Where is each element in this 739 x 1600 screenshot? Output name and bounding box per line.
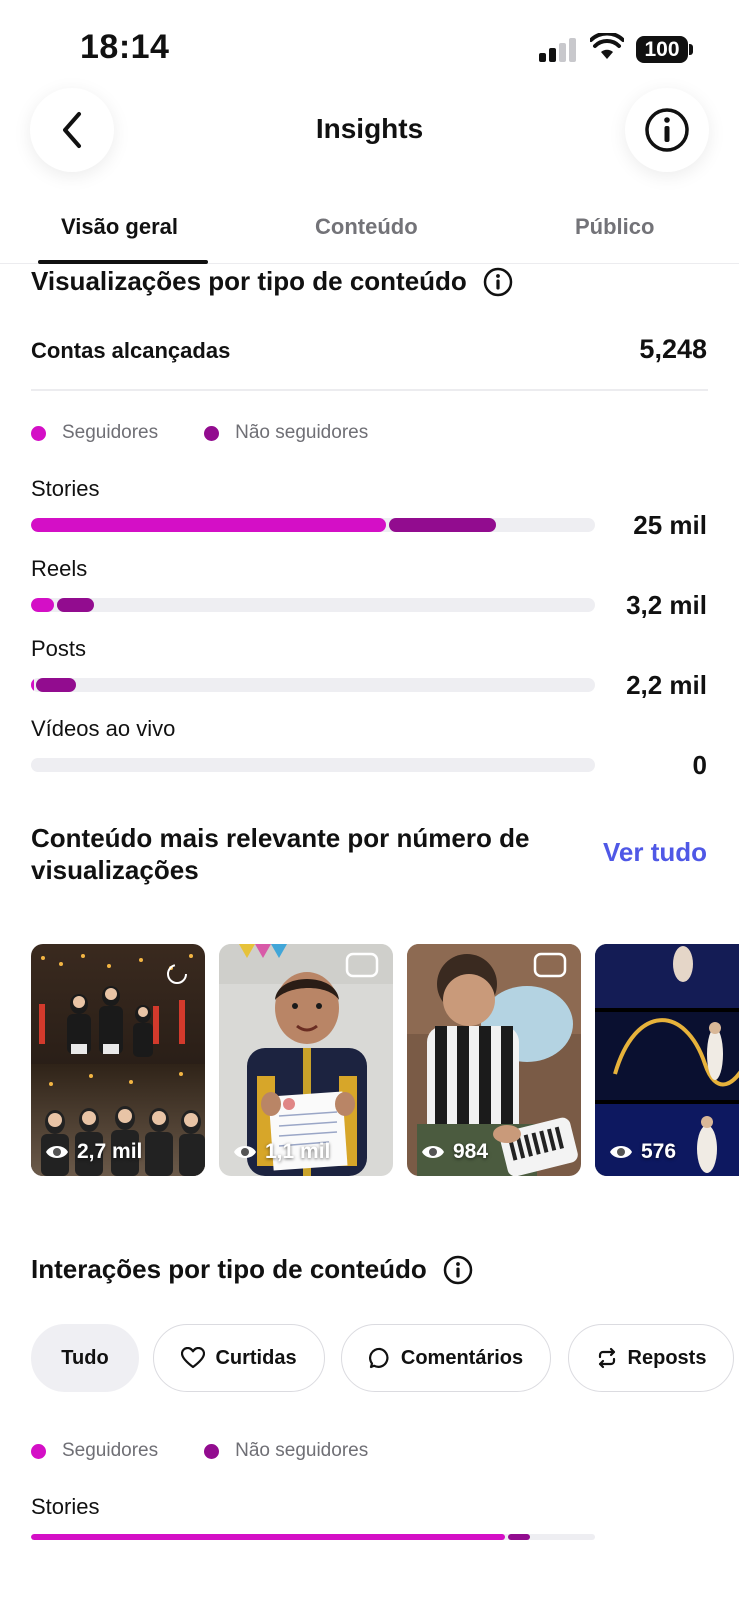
heart-icon bbox=[181, 1347, 206, 1369]
eye-icon bbox=[234, 1146, 256, 1158]
thumbnail-views-count: 576 bbox=[641, 1140, 677, 1163]
views-section-title: Visualizações por tipo de conteúdo bbox=[31, 266, 513, 297]
info-button[interactable] bbox=[625, 88, 709, 172]
interactions-row-label: Stories bbox=[31, 1494, 100, 1519]
see-all-link[interactable]: Ver tudo bbox=[603, 837, 707, 868]
cellular-signal-icon bbox=[539, 38, 577, 62]
legend-non-followers: Não seguidores bbox=[204, 1440, 368, 1462]
chip-comments-label: Comentários bbox=[400, 1346, 524, 1369]
status-time: 18:14 bbox=[80, 28, 170, 66]
bar-non-followers-segment bbox=[36, 678, 76, 692]
thumbnail-views: 576 bbox=[609, 1140, 676, 1164]
tab-content[interactable]: Conteúdo bbox=[315, 214, 418, 240]
info-icon bbox=[645, 108, 689, 152]
chip-comments[interactable]: Comentários bbox=[341, 1324, 551, 1392]
bar-followers-segment bbox=[31, 518, 387, 532]
bar-followers-segment bbox=[31, 1534, 505, 1540]
views-bar-posts bbox=[31, 678, 595, 692]
accounts-reached-label: Contas alcançadas bbox=[31, 338, 231, 363]
views-row-value: 2,2 mil bbox=[626, 670, 707, 700]
views-row-value: 0 bbox=[692, 750, 707, 780]
accounts-reached-value: 5,248 bbox=[639, 334, 707, 364]
status-bar: 18:14 100 bbox=[0, 0, 739, 90]
thumbnail-views-count: 2,7 mil bbox=[77, 1140, 143, 1163]
eye-icon bbox=[422, 1146, 444, 1158]
thumbnail-views-count: 1,1 mil bbox=[265, 1140, 331, 1163]
chip-all-label: Tudo bbox=[61, 1346, 109, 1369]
views-row-label: Vídeos ao vivo bbox=[31, 716, 176, 741]
thumbnail-views: 1,1 mil bbox=[233, 1140, 330, 1164]
bar-followers-segment bbox=[31, 598, 54, 612]
info-icon[interactable] bbox=[443, 1255, 473, 1285]
non-followers-dot bbox=[204, 425, 220, 441]
content-thumbnail[interactable]: 984 bbox=[407, 944, 581, 1176]
chip-reposts-label: Reposts bbox=[627, 1346, 707, 1369]
thumbnail-views-count: 984 bbox=[453, 1140, 489, 1163]
top-content-carousel[interactable]: 2,7 mil 1,1 mil 984 576 bbox=[31, 944, 739, 1176]
views-row-label: Stories bbox=[31, 476, 100, 501]
info-icon[interactable] bbox=[483, 267, 513, 297]
non-followers-dot bbox=[204, 1443, 220, 1459]
eye-icon bbox=[610, 1146, 632, 1158]
eye-icon bbox=[46, 1146, 68, 1158]
tab-bar: Visão geral Conteúdo Público bbox=[0, 200, 739, 264]
chip-reposts[interactable]: Reposts bbox=[568, 1324, 734, 1392]
bar-non-followers-segment bbox=[389, 518, 497, 532]
tab-active-indicator bbox=[38, 260, 208, 264]
legend-followers: Seguidores bbox=[31, 1440, 158, 1462]
interactions-section-title-text: Interações por tipo de conteúdo bbox=[31, 1254, 427, 1284]
chip-all[interactable]: Tudo bbox=[31, 1324, 139, 1392]
views-row-value: 3,2 mil bbox=[626, 590, 707, 620]
thumbnail-views: 2,7 mil bbox=[45, 1140, 142, 1164]
views-row-value: 25 mil bbox=[633, 510, 707, 540]
chip-likes-label: Curtidas bbox=[215, 1346, 297, 1369]
chip-likes[interactable]: Curtidas bbox=[153, 1324, 325, 1392]
legend-non-followers-label: Não seguidores bbox=[235, 1440, 369, 1461]
battery-indicator: 100 bbox=[636, 36, 688, 63]
legend-followers: Seguidores bbox=[31, 422, 158, 444]
legend-non-followers-label: Não seguidores bbox=[235, 422, 369, 443]
legend-followers-label: Seguidores bbox=[62, 422, 159, 443]
wifi-icon bbox=[590, 33, 624, 59]
followers-dot bbox=[31, 1443, 46, 1459]
interactions-bar-stories bbox=[31, 1534, 595, 1540]
bar-followers-segment bbox=[31, 678, 34, 692]
repost-icon bbox=[598, 1347, 615, 1369]
interactions-legend: Seguidores Não seguidores bbox=[31, 1440, 414, 1462]
views-bar-stories bbox=[31, 518, 595, 532]
followers-dot bbox=[31, 425, 46, 441]
tab-audience[interactable]: Público bbox=[575, 214, 654, 240]
battery-cap bbox=[689, 44, 693, 55]
tab-overview[interactable]: Visão geral bbox=[61, 214, 178, 240]
views-bar-live bbox=[31, 758, 595, 772]
views-section-title-text: Visualizações por tipo de conteúdo bbox=[31, 266, 467, 296]
comment-icon bbox=[368, 1347, 389, 1369]
top-content-title: Conteúdo mais relevante por número de vi… bbox=[31, 823, 530, 885]
legend-non-followers: Não seguidores bbox=[204, 422, 368, 444]
content-thumbnail[interactable]: 1,1 mil bbox=[219, 944, 393, 1176]
interaction-filter-chips: Tudo Curtidas Comentários Reposts bbox=[31, 1324, 739, 1392]
views-row-label: Posts bbox=[31, 636, 87, 661]
views-row-label: Reels bbox=[31, 556, 88, 581]
divider bbox=[31, 389, 708, 391]
thumbnail-views: 984 bbox=[421, 1140, 488, 1164]
interactions-section-title: Interações por tipo de conteúdo bbox=[31, 1254, 473, 1285]
views-legend: Seguidores Não seguidores bbox=[31, 422, 414, 444]
content-thumbnail[interactable]: 2,7 mil bbox=[31, 944, 205, 1176]
bar-non-followers-segment bbox=[507, 1534, 531, 1540]
content-thumbnail[interactable]: 576 bbox=[595, 944, 739, 1176]
legend-followers-label: Seguidores bbox=[62, 1440, 159, 1461]
views-bar-reels bbox=[31, 598, 595, 612]
bar-non-followers-segment bbox=[56, 598, 94, 612]
